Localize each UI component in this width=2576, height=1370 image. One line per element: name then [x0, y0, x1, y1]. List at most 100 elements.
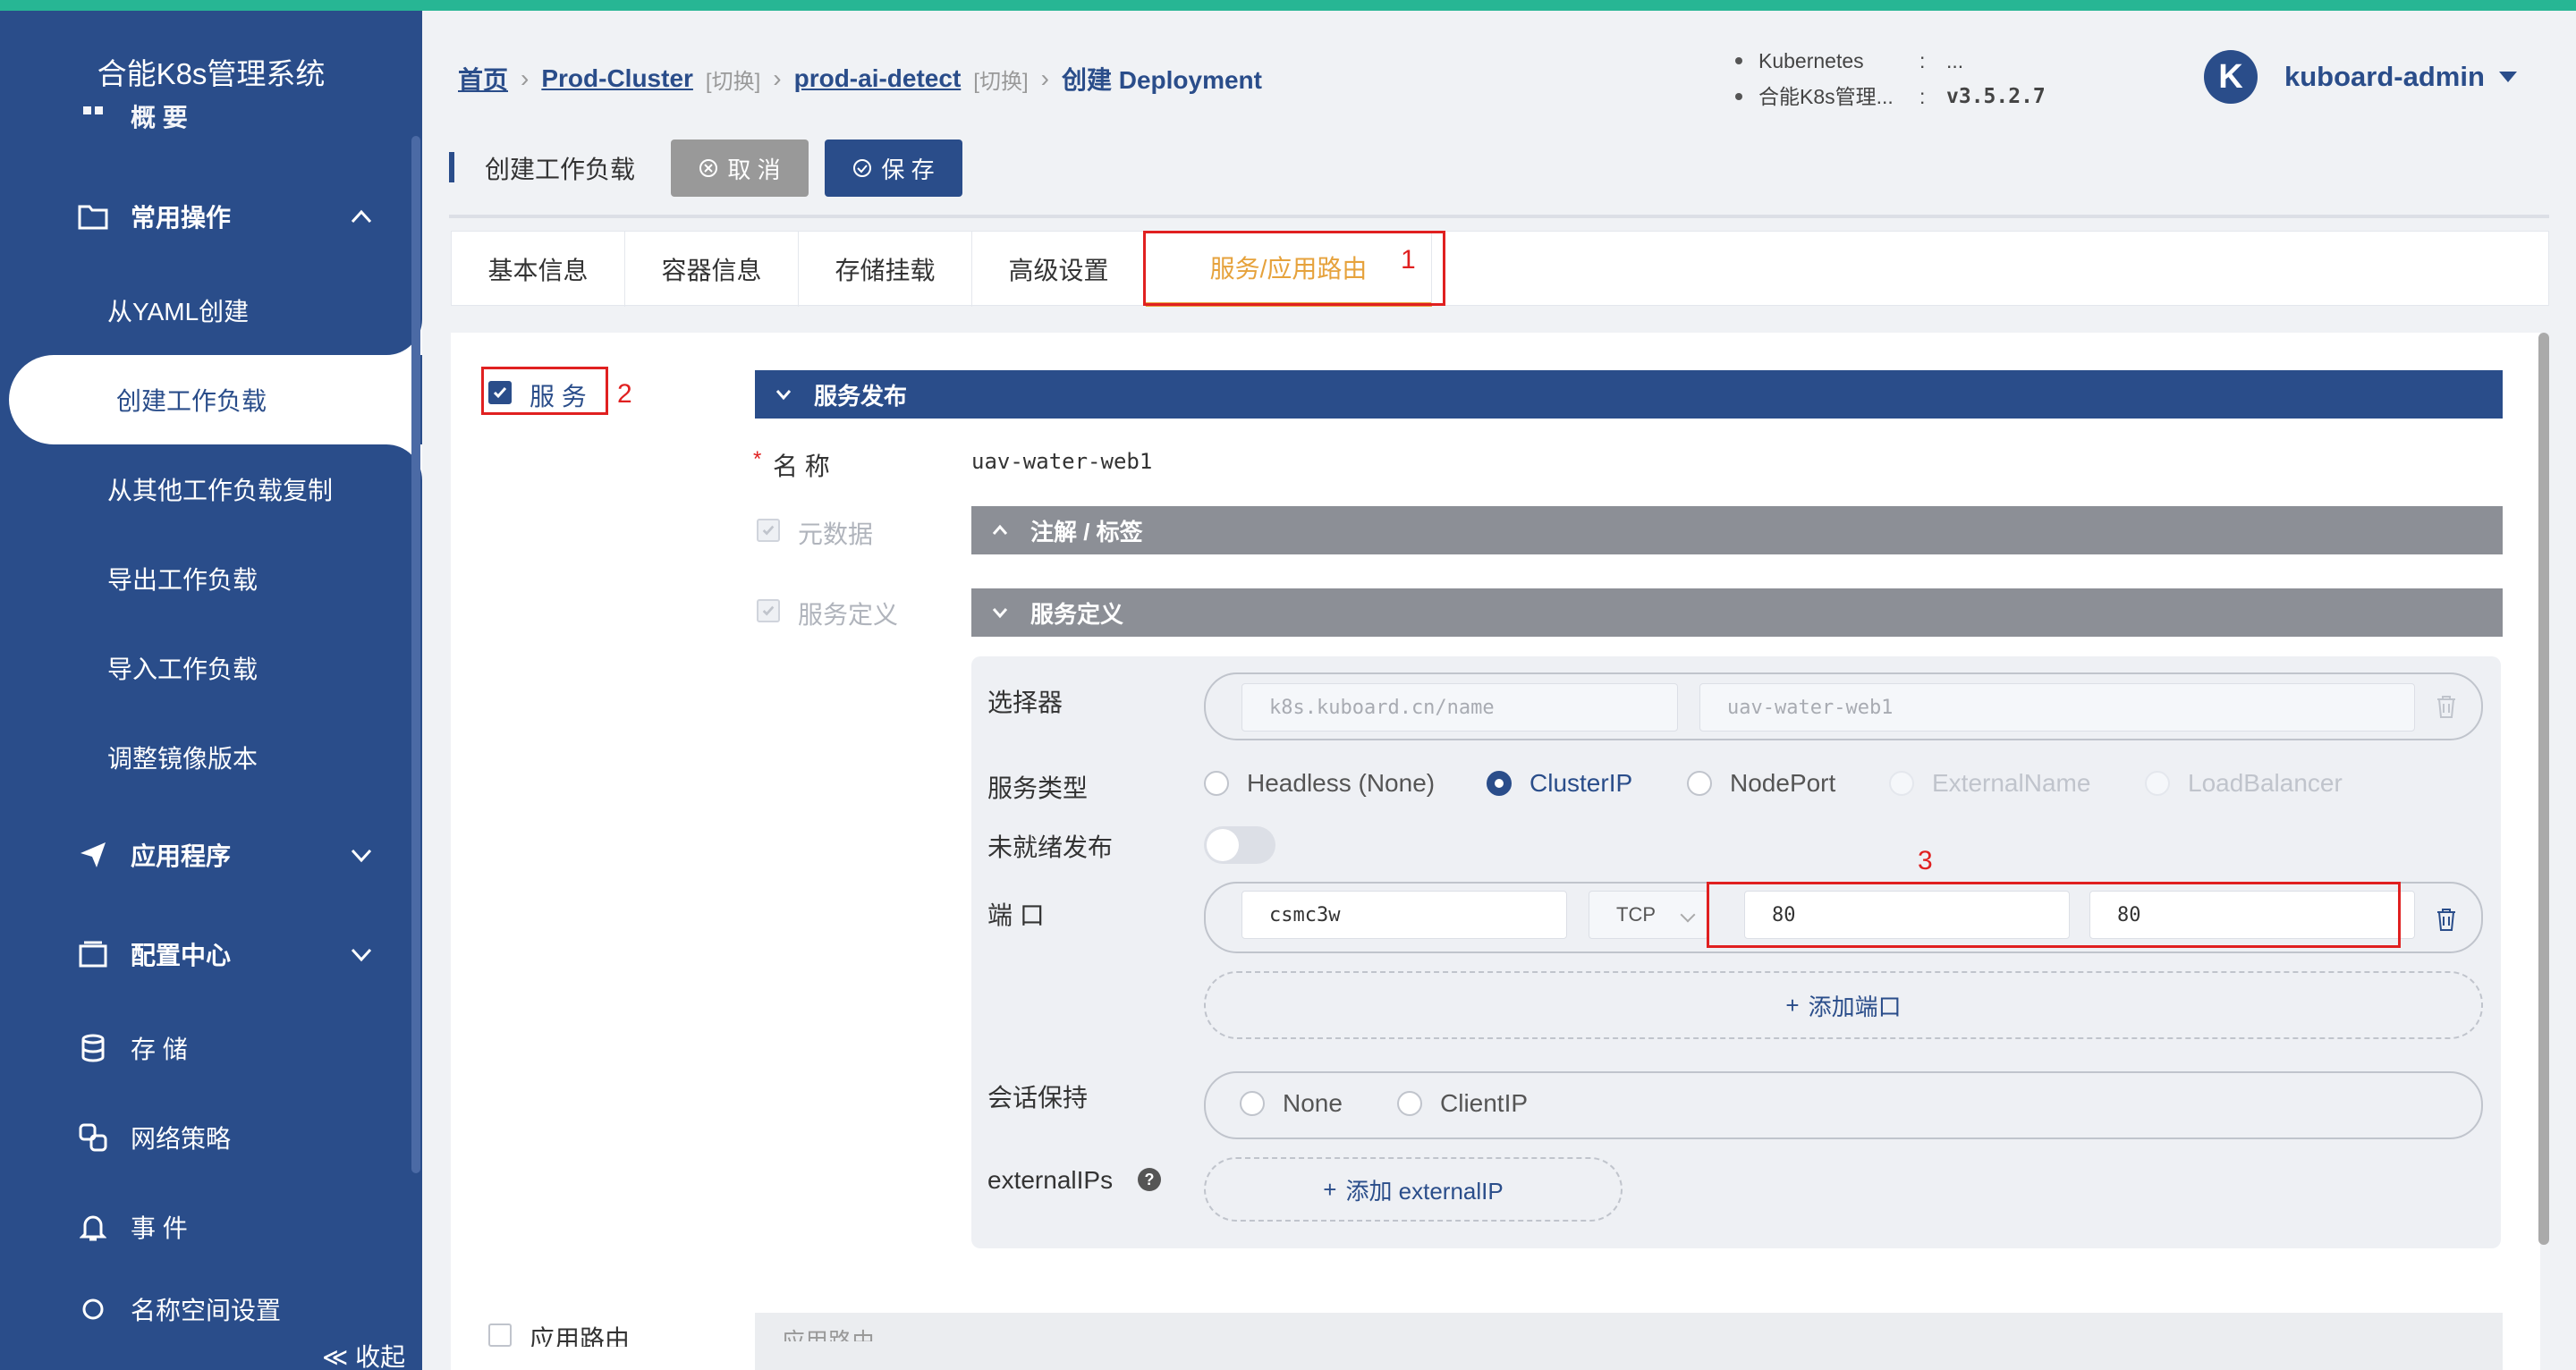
- annotation-box-2: [481, 367, 608, 415]
- page-title: 创建工作负载: [485, 156, 636, 183]
- sidebar-item-label: 常用操作: [131, 204, 232, 232]
- metadata-label: 元数据: [798, 520, 874, 548]
- plus-icon: +: [1785, 991, 1800, 1019]
- content-scrollbar[interactable]: [2538, 333, 2549, 1245]
- sidebar-item-label: 应用程序: [131, 842, 232, 870]
- close-circle-icon: [699, 159, 718, 177]
- ingress-section-header[interactable]: 应用路由: [755, 1313, 2503, 1370]
- sidebar-item-label: 存 储: [131, 1036, 188, 1063]
- selector-value-input[interactable]: uav-water-web1: [1699, 683, 2415, 732]
- chevron-down-icon: [992, 608, 1008, 619]
- radio-label: NodePort: [1730, 769, 1836, 797]
- port-label: 端 口: [987, 901, 1045, 929]
- ingress-checkbox-label: 应用路由: [530, 1325, 631, 1347]
- cancel-label: 取 消: [727, 156, 781, 183]
- chevron-right-icon: ›: [521, 64, 530, 92]
- switch-namespace-link[interactable]: [切换]: [973, 63, 1028, 95]
- radio-icon: [1889, 771, 1914, 796]
- breadcrumb-home[interactable]: 首页: [458, 61, 508, 97]
- tab-storage-mount[interactable]: 存储挂载: [799, 232, 972, 307]
- bullet-icon: [1735, 93, 1742, 100]
- sidebar-item-label: 从YAML创建: [107, 298, 250, 326]
- sidebar-item-from-yaml[interactable]: 从YAML创建: [0, 275, 411, 346]
- externalips-label: externalIPs: [987, 1166, 1114, 1194]
- section-title: 注解 / 标签: [1030, 518, 1143, 545]
- switch-cluster-link[interactable]: [切换]: [706, 63, 760, 95]
- chevron-up-icon: [351, 209, 372, 224]
- protocol-select[interactable]: TCP: [1589, 891, 1708, 939]
- radio-clusterip[interactable]: ClusterIP: [1487, 769, 1632, 798]
- divider: [449, 215, 2549, 218]
- sidebar-item-label: 名称空间设置: [131, 1297, 282, 1324]
- tab-advanced[interactable]: 高级设置: [972, 232, 1146, 307]
- separator: :: [1919, 85, 1926, 108]
- sidebar-item-import-workload[interactable]: 导入工作负载: [0, 632, 411, 704]
- ingress-checkbox[interactable]: [488, 1323, 512, 1347]
- unready-publish-toggle[interactable]: [1204, 826, 1275, 864]
- sidebar-item-apps[interactable]: 应用程序: [0, 819, 411, 891]
- tab-container-info[interactable]: 容器信息: [625, 232, 799, 307]
- radio-icon: [1397, 1091, 1422, 1116]
- trash-icon[interactable]: [2435, 907, 2458, 932]
- radio-session-clientip[interactable]: ClientIP: [1397, 1089, 1528, 1118]
- tab-basic-info[interactable]: 基本信息: [452, 232, 625, 307]
- user-menu[interactable]: K kuboard-admin: [2204, 50, 2517, 104]
- sidebar-scrollbar[interactable]: [411, 136, 420, 1173]
- breadcrumb-namespace[interactable]: prod-ai-detect: [794, 64, 962, 93]
- sidebar-item-export-workload[interactable]: 导出工作负载: [0, 543, 411, 614]
- kubernetes-version: ...: [1946, 49, 1964, 72]
- bullet-icon: [1735, 57, 1742, 64]
- protocol-value: TCP: [1616, 903, 1656, 926]
- sidebar-item-storage[interactable]: 存 储: [0, 1012, 411, 1084]
- breadcrumb-cluster[interactable]: Prod-Cluster: [541, 64, 693, 93]
- annotation-number-1: 1: [1401, 245, 1416, 275]
- sidebar-item-overview[interactable]: 概 要: [0, 89, 411, 143]
- bell-icon: [75, 1209, 111, 1245]
- service-publish-header[interactable]: 服务发布: [755, 370, 2503, 419]
- chevron-down-icon: [351, 849, 372, 863]
- radio-icon: [1687, 771, 1712, 796]
- collapse-button[interactable]: ≪ 收起: [322, 1338, 405, 1370]
- service-definition-header[interactable]: 服务定义: [971, 588, 2503, 637]
- selector-key-input[interactable]: k8s.kuboard.cn/name: [1241, 683, 1678, 732]
- sidebar-title: 合能K8s管理系统: [97, 57, 326, 90]
- cancel-button[interactable]: 取 消: [671, 140, 809, 197]
- check-icon: [762, 605, 775, 616]
- session-affinity-row: [1204, 1071, 2483, 1139]
- chevron-right-icon: ›: [1040, 64, 1049, 92]
- window-icon: [75, 936, 111, 972]
- radio-label: None: [1283, 1089, 1343, 1117]
- chevron-down-icon: [351, 948, 372, 962]
- sidebar-item-label: 调整镜像版本: [107, 745, 258, 773]
- sidebar-item-config[interactable]: 配置中心: [0, 918, 411, 990]
- kubernetes-label: Kubernetes: [1758, 49, 1864, 72]
- annotations-labels-header[interactable]: 注解 / 标签: [971, 506, 2503, 554]
- breadcrumb-current: 创建 Deployment: [1061, 66, 1262, 94]
- add-port-button[interactable]: + 添加端口: [1204, 971, 2483, 1039]
- tab-bar: 基本信息 容器信息 存储挂载 高级设置 服务/应用路由: [451, 231, 2549, 307]
- sidebar-item-netpolicy[interactable]: 网络策略: [0, 1102, 411, 1173]
- session-affinity-label: 会话保持: [987, 1084, 1089, 1112]
- sidebar-item-common-ops[interactable]: 常用操作: [0, 181, 411, 252]
- radio-externalname: ExternalName: [1889, 769, 2090, 798]
- sidebar-item-namespace-settings[interactable]: 名称空间设置: [0, 1282, 411, 1327]
- top-accent-line: [0, 0, 2576, 11]
- radio-nodeport[interactable]: NodePort: [1687, 769, 1835, 798]
- chevron-down-icon: [775, 390, 792, 401]
- add-externalip-button[interactable]: + 添加 externalIP: [1204, 1157, 1623, 1222]
- sidebar-item-events[interactable]: 事 件: [0, 1191, 411, 1263]
- section-title: 服务发布: [814, 382, 908, 410]
- chevron-right-icon: ›: [773, 64, 782, 92]
- port-name-input[interactable]: csmc3w: [1241, 891, 1567, 939]
- help-icon[interactable]: ?: [1138, 1168, 1161, 1191]
- unready-publish-label: 未就绪发布: [987, 833, 1114, 861]
- radio-headless[interactable]: Headless (None): [1204, 769, 1435, 798]
- save-button[interactable]: 保 存: [825, 140, 962, 197]
- sidebar-item-copy-workload[interactable]: 从其他工作负载复制: [0, 453, 411, 525]
- radio-icon: [1204, 771, 1229, 796]
- radio-session-none[interactable]: None: [1240, 1089, 1343, 1118]
- sidebar-item-adjust-image[interactable]: 调整镜像版本: [0, 722, 411, 793]
- sidebar-item-create-workload[interactable]: 创建工作负载: [9, 355, 420, 444]
- sidebar-item-label: 创建工作负载: [116, 387, 267, 415]
- folder-icon: [75, 199, 111, 234]
